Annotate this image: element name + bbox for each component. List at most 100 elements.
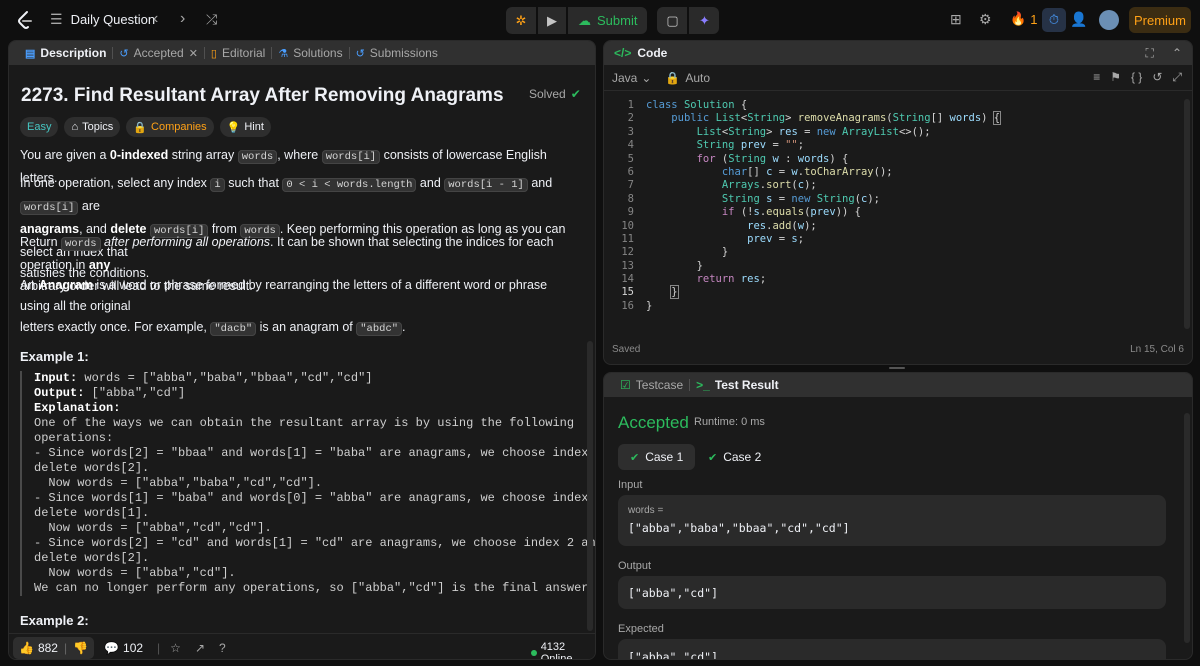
code-line: 8 String s = new String(c); xyxy=(627,192,880,205)
lock-icon: 🔒 xyxy=(665,70,681,85)
code-line: 2 public List<String> removeAnagrams(Str… xyxy=(627,111,1002,126)
history-icon: ↺ xyxy=(355,47,365,60)
list-icon: ☰ xyxy=(50,11,63,27)
braces-icon[interactable]: { } xyxy=(1131,70,1142,85)
expand-icon[interactable]: ⤢ xyxy=(1172,70,1182,85)
code-line: 1 class Solution { xyxy=(627,99,748,111)
test-tabbar: ☑ Testcase >_ Test Result xyxy=(604,373,1192,397)
flame-icon: 🔥 xyxy=(1010,11,1027,26)
tab-test-result[interactable]: >_ Test Result xyxy=(690,378,784,392)
input-var-label: words = xyxy=(628,505,664,516)
code-editor[interactable]: 1 class Solution { 2 public List<String> … xyxy=(604,99,1192,313)
thumbs-down-icon[interactable]: 👎 xyxy=(73,641,88,655)
like-button[interactable]: 👍 882 | 👎 xyxy=(13,636,95,659)
tag-icon: ⌂ xyxy=(71,121,79,133)
gear-icon: ⚙ xyxy=(979,11,992,27)
code-line: 6 char[] c = w.toCharArray(); xyxy=(627,165,893,178)
streak-count: 1 xyxy=(1030,11,1038,27)
add-user-icon: 👤 xyxy=(1070,11,1088,27)
close-icon[interactable]: ✕ xyxy=(189,47,198,60)
problem-list-button[interactable]: ☰ Daily Question xyxy=(50,11,155,28)
runtime-text: Runtime: 0 ms xyxy=(694,416,765,428)
maximize-icon[interactable]: ⛶ xyxy=(1146,46,1154,61)
code-line: 15 } xyxy=(621,285,679,300)
comment-icon: 💬 xyxy=(104,640,120,655)
top-bar: ☰ Daily Question ‹ › ⤮ ✲ ▶ ☁ Submit ▢ ✦ … xyxy=(0,0,1200,40)
random-problem-button[interactable]: ⤮ xyxy=(206,11,217,28)
description-tabbar: ▤ Description ↺ Accepted ✕ ▯ Editorial ⚗… xyxy=(9,41,595,65)
tab-description[interactable]: ▤ Description xyxy=(19,46,112,60)
help-icon[interactable]: ? xyxy=(219,641,226,655)
add-friend-button[interactable]: 👤 xyxy=(1070,11,1087,28)
check-circle-icon: ✔ xyxy=(570,87,581,101)
reset-icon[interactable]: ↺ xyxy=(1152,70,1162,85)
code-line: 16} xyxy=(621,299,653,312)
expected-label: Expected xyxy=(618,623,664,635)
run-button[interactable]: ▶ xyxy=(538,7,566,34)
code-title: Code xyxy=(637,46,668,60)
code-line: 3 List<String> res = new ArrayList<>(); xyxy=(627,125,931,138)
panel-resize-handle[interactable] xyxy=(889,367,905,369)
auto-mode[interactable]: 🔒 Auto xyxy=(665,71,710,85)
tab-editorial[interactable]: ▯ Editorial xyxy=(205,46,271,60)
problem-tags: Easy ⌂ Topics 🔒 Companies 💡 Hint xyxy=(20,117,271,137)
topics-tag[interactable]: ⌂ Topics xyxy=(64,117,121,137)
run-submit-group: ✲ ▶ ☁ Submit ▢ ✦ xyxy=(506,7,720,34)
code-line: 11 prev = s; xyxy=(621,232,805,245)
lightbulb-icon: 💡 xyxy=(226,121,241,134)
case-2-tab[interactable]: ✔ Case 2 xyxy=(696,444,773,470)
tab-testcase[interactable]: ☑ Testcase xyxy=(614,378,689,392)
code-header: </> Code ⛶ ⌃ xyxy=(604,41,1192,65)
chevron-right-icon: › xyxy=(180,10,186,27)
hint-tag[interactable]: 💡 Hint xyxy=(219,117,271,137)
prev-problem-button[interactable]: ‹ xyxy=(153,10,158,28)
editor-actions: ≡ ⚑ { } ↺ ⤢ xyxy=(1093,70,1182,85)
bookmark-icon[interactable]: ⚑ xyxy=(1110,70,1121,85)
debug-button[interactable]: ✲ xyxy=(506,7,536,34)
submit-label: Submit xyxy=(597,13,638,28)
settings-button[interactable]: ⚙ xyxy=(979,11,992,28)
streak-counter[interactable]: 🔥 1 xyxy=(1010,11,1037,27)
timer-button[interactable]: ⏱ xyxy=(1042,8,1066,32)
tab-solutions[interactable]: ⚗ Solutions xyxy=(272,46,348,60)
chevron-up-icon[interactable]: ⌃ xyxy=(1172,46,1182,60)
problem-title[interactable]: 2273. Find Resultant Array After Removin… xyxy=(21,85,504,107)
cloud-upload-icon: ☁ xyxy=(578,12,591,28)
notes-button[interactable]: ▢ xyxy=(657,7,688,34)
share-icon[interactable]: ↗ xyxy=(195,641,205,655)
companies-tag[interactable]: 🔒 Companies xyxy=(126,117,214,137)
tab-accepted[interactable]: ↺ Accepted ✕ xyxy=(113,46,203,60)
avatar[interactable] xyxy=(1099,10,1119,30)
comments-button[interactable]: 💬 102 xyxy=(104,641,143,655)
code-scrollbar[interactable] xyxy=(1184,99,1190,329)
check-icon: ✔ xyxy=(708,451,718,464)
daily-question-label: Daily Question xyxy=(70,12,156,27)
premium-button[interactable]: Premium xyxy=(1129,7,1191,33)
terminal-icon: >_ xyxy=(696,378,710,392)
result-status: Accepted xyxy=(618,413,689,432)
solved-status: Solved ✔ xyxy=(529,87,581,101)
code-toolbar: Java ⌄ 🔒 Auto ≡ ⚑ { } ↺ ⤢ xyxy=(604,65,1192,91)
stopwatch-icon: ⏱ xyxy=(1048,12,1060,27)
format-icon[interactable]: ≡ xyxy=(1093,70,1100,85)
cursor-position: Ln 15, Col 6 xyxy=(1130,344,1184,355)
leetcode-logo-icon[interactable] xyxy=(16,10,34,30)
layout-button[interactable]: ⊞ xyxy=(950,11,962,28)
language-select[interactable]: Java ⌄ xyxy=(612,71,651,85)
ai-assistant-button[interactable]: ✦ xyxy=(689,7,720,34)
input-box: words = ["abba","baba","bbaa","cd","cd"] xyxy=(618,495,1166,546)
description-scrollbar[interactable] xyxy=(587,341,593,631)
submit-button[interactable]: ☁ Submit xyxy=(568,7,648,34)
next-problem-button[interactable]: › xyxy=(180,10,185,28)
sparkle-icon: ✦ xyxy=(699,12,710,28)
chevron-left-icon: ‹ xyxy=(153,10,159,27)
tab-label: Solutions xyxy=(293,46,343,60)
comment-count: 102 xyxy=(123,640,144,655)
lock-icon: 🔒 xyxy=(133,121,148,134)
code-panel: </> Code ⛶ ⌃ Java ⌄ 🔒 Auto ≡ ⚑ { } ↺ ⤢ 1… xyxy=(603,40,1193,365)
example-1-block: Input: words = ["abba","baba","bbaa","cd… xyxy=(20,371,595,596)
star-icon[interactable]: ☆ xyxy=(170,641,181,655)
test-scrollbar[interactable] xyxy=(1184,413,1190,643)
case-1-tab[interactable]: ✔ Case 1 xyxy=(618,444,696,470)
tab-submissions[interactable]: ↺ Submissions xyxy=(350,46,444,60)
